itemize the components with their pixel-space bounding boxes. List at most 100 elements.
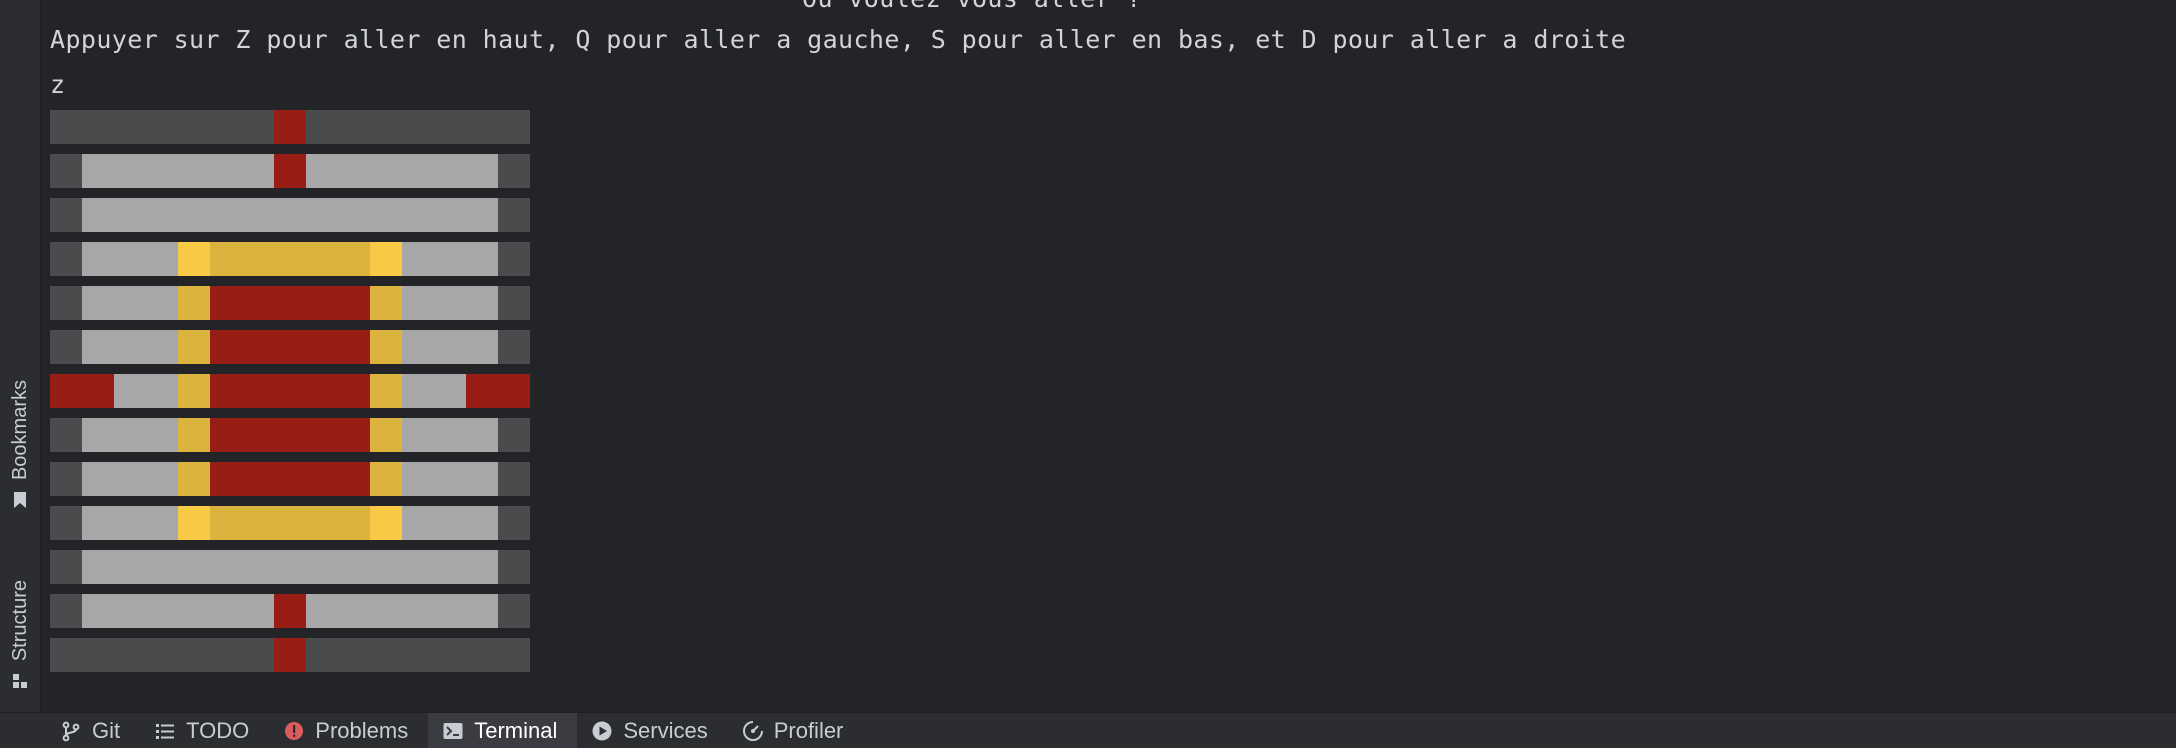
board-cell-wall	[498, 110, 530, 144]
board-cell-lava	[274, 330, 306, 364]
board-cell-gold	[210, 242, 274, 276]
board-cell-gold	[274, 506, 306, 540]
board-cell-gold	[274, 242, 306, 276]
board-cell-gold-corner	[178, 242, 210, 276]
board-cell-floor	[466, 418, 498, 452]
board-cell-floor	[466, 594, 498, 628]
board-cell-lava	[210, 330, 274, 364]
board-row	[50, 198, 530, 232]
board-cell-gold	[178, 418, 210, 452]
board-cell-floor	[178, 594, 210, 628]
tab-git[interactable]: Git	[46, 713, 140, 748]
board-cell-floor	[178, 550, 210, 584]
board-cell-floor	[114, 550, 178, 584]
board-cell-wall	[306, 638, 370, 672]
tab-label: Terminal	[474, 717, 558, 743]
board-row	[50, 242, 530, 276]
board-cell-wall	[306, 110, 370, 144]
board-cell-floor	[466, 550, 498, 584]
tab-todo[interactable]: TODO	[140, 713, 269, 748]
board-cell-floor	[402, 506, 466, 540]
tab-label: Git	[92, 717, 121, 743]
board-cell-floor	[82, 506, 114, 540]
board-cell-gold	[178, 374, 210, 408]
board-cell-floor	[82, 550, 114, 584]
terminal-prompt-line: Où voulez vous aller ?	[802, 0, 1142, 13]
structure-label: Structure	[8, 579, 31, 661]
board-cell-floor	[402, 330, 466, 364]
board-cell-wall	[370, 638, 402, 672]
board-cell-wall	[178, 638, 210, 672]
board-cell-gold-corner	[370, 506, 402, 540]
board-cell-floor	[402, 198, 466, 232]
board-cell-wall	[50, 110, 82, 144]
bookmarks-tool[interactable]: Bookmarks	[0, 360, 40, 510]
board-cell-wall	[498, 462, 530, 496]
tab-terminal[interactable]: Terminal	[428, 713, 578, 748]
tab-label: Services	[623, 717, 708, 743]
board-cell-floor	[82, 418, 114, 452]
board-cell-floor	[114, 198, 178, 232]
board-cell-floor	[114, 154, 178, 188]
board-cell-wall	[498, 550, 530, 584]
board-cell-wall	[114, 110, 178, 144]
board-cell-floor	[82, 198, 114, 232]
board-row	[50, 594, 530, 628]
board-cell-wall	[466, 110, 498, 144]
board-row	[50, 550, 530, 584]
board-cell-gold	[370, 286, 402, 320]
board-cell-wall	[498, 330, 530, 364]
board-cell-floor	[370, 198, 402, 232]
board-cell-floor	[114, 462, 178, 496]
board-row	[50, 374, 530, 408]
board-cell-lava	[306, 462, 370, 496]
board-row	[50, 418, 530, 452]
board-cell-floor	[370, 594, 402, 628]
board-cell-wall	[50, 154, 82, 188]
board-cell-gold	[178, 330, 210, 364]
tab-label: TODO	[186, 717, 250, 743]
board-cell-wall	[498, 286, 530, 320]
board-cell-floor	[402, 154, 466, 188]
board-cell-floor	[306, 550, 370, 584]
board-cell-floor	[82, 330, 114, 364]
tab-problems[interactable]: Problems	[269, 713, 428, 748]
board-cell-lava	[306, 418, 370, 452]
board-cell-floor	[402, 594, 466, 628]
board-cell-floor	[210, 198, 274, 232]
board-cell-wall	[50, 330, 82, 364]
board-cell-lava	[274, 638, 306, 672]
board-cell-floor	[306, 594, 370, 628]
structure-tool[interactable]: Structure	[0, 555, 40, 691]
left-tool-strip: Bookmarks Structure	[0, 0, 41, 712]
board-row	[50, 506, 530, 540]
board-cell-wall	[178, 110, 210, 144]
board-cell-floor	[306, 198, 370, 232]
board-cell-lava	[210, 418, 274, 452]
board-cell-floor	[178, 154, 210, 188]
board-cell-floor	[82, 154, 114, 188]
board-cell-wall	[498, 594, 530, 628]
tab-label: Profiler	[773, 717, 844, 743]
board-cell-floor	[82, 242, 114, 276]
board-cell-floor	[114, 418, 178, 452]
board-cell-floor	[274, 550, 306, 584]
board-cell-floor	[210, 594, 274, 628]
tab-label: Problems	[315, 717, 409, 743]
board-cell-lava	[210, 462, 274, 496]
bookmark-icon	[14, 492, 26, 508]
board-row	[50, 110, 530, 144]
board-row	[50, 462, 530, 496]
board-cell-lava	[274, 110, 306, 144]
board-cell-floor	[114, 330, 178, 364]
board-cell-floor	[114, 242, 178, 276]
terminal-instruction-line: Appuyer sur Z pour aller en haut, Q pour…	[50, 25, 1627, 54]
board-cell-wall	[498, 638, 530, 672]
board-cell-lava	[306, 286, 370, 320]
structure-icon	[13, 674, 27, 688]
board-cell-wall	[82, 638, 114, 672]
tab-services[interactable]: Services	[577, 713, 727, 748]
tab-profiler[interactable]: Profiler	[728, 713, 864, 748]
profiler-icon	[742, 720, 763, 741]
board-cell-wall	[498, 198, 530, 232]
